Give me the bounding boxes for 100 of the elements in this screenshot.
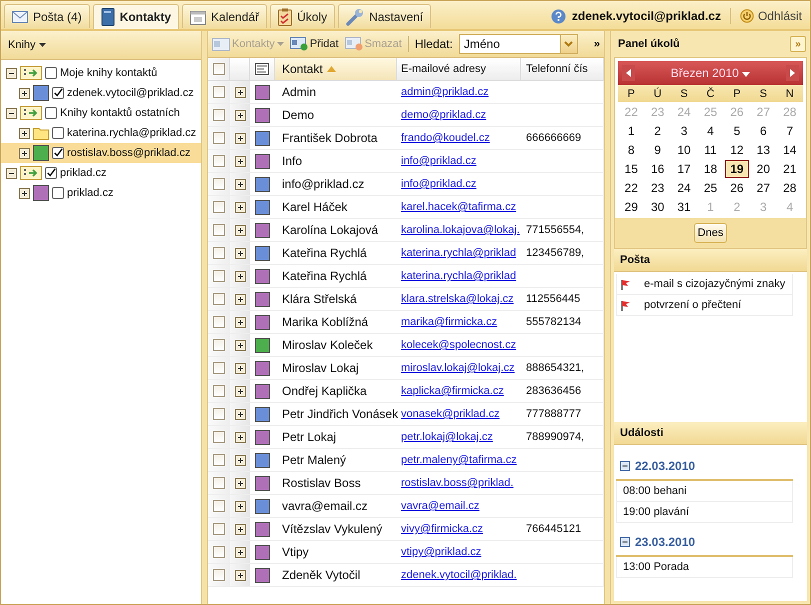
event-item[interactable]: 19:00 plavání: [616, 502, 793, 523]
expand-icon[interactable]: [234, 132, 246, 144]
email-link[interactable]: miroslav.lokaj@lokaj.cz: [401, 362, 515, 374]
email-link[interactable]: petr.lokaj@lokaj.cz: [401, 431, 493, 443]
columns-icon[interactable]: [255, 63, 269, 75]
email-link[interactable]: karolina.lokajova@lokaj.: [401, 224, 520, 236]
tree-item[interactable]: katerina.rychla@priklad.cz: [1, 123, 201, 143]
calendar-day[interactable]: 21: [778, 160, 802, 178]
expand-icon[interactable]: [19, 148, 30, 158]
expand-icon[interactable]: [234, 248, 246, 258]
row-checkbox[interactable]: [213, 270, 225, 282]
email-link[interactable]: rostislav.boss@priklad.: [401, 477, 514, 489]
calendar-day[interactable]: 26: [725, 178, 749, 196]
calendar-day[interactable]: 2: [649, 122, 666, 140]
tree-item[interactable]: priklad.cz: [1, 163, 201, 183]
row-checkbox[interactable]: [213, 431, 225, 443]
help-icon[interactable]: [550, 8, 566, 24]
email-link[interactable]: vivy@firmicka.cz: [401, 523, 484, 535]
expand-icon[interactable]: [234, 546, 246, 558]
row-checkbox[interactable]: [213, 569, 225, 581]
calendar-day[interactable]: 12: [725, 140, 749, 158]
mail-item[interactable]: e-mail s cizojazyčnými znaky: [616, 274, 793, 295]
expand-icon[interactable]: [234, 362, 246, 374]
row-checkbox[interactable]: [213, 155, 225, 167]
calendar-day[interactable]: 7: [781, 122, 798, 140]
expand-icon[interactable]: [19, 88, 30, 98]
tree-item[interactable]: Moje knihy kontaktů: [1, 63, 201, 83]
email-link[interactable]: info@priklad.cz: [401, 178, 476, 190]
calendar-day[interactable]: 30: [646, 198, 670, 216]
expand-icon[interactable]: [234, 524, 246, 534]
row-checkbox[interactable]: [213, 454, 225, 466]
expand-icon[interactable]: [234, 386, 246, 396]
row-checkbox[interactable]: [213, 247, 225, 259]
checkbox[interactable]: [52, 127, 64, 139]
email-link[interactable]: petr.maleny@tafirma.cz: [401, 454, 517, 466]
row-checkbox[interactable]: [213, 132, 225, 144]
tree-item[interactable]: zdenek.vytocil@priklad.cz: [1, 83, 201, 103]
calendar-day[interactable]: 23: [646, 178, 670, 196]
expand-icon[interactable]: [234, 224, 246, 236]
email-link[interactable]: karel.hacek@tafirma.cz: [401, 201, 516, 213]
more-button[interactable]: »: [594, 38, 600, 50]
row-checkbox[interactable]: [213, 500, 225, 512]
event-item[interactable]: 08:00 behani: [616, 481, 793, 502]
column-header[interactable]: Kontakt: [275, 58, 397, 80]
column-header[interactable]: E-mailové adresy: [397, 58, 521, 80]
expand-icon[interactable]: [234, 156, 246, 166]
search-field[interactable]: Jméno: [458, 34, 578, 54]
calendar-day[interactable]: 8: [622, 140, 640, 158]
checkbox[interactable]: [52, 87, 64, 99]
event-item[interactable]: 13:00 Porada: [616, 557, 793, 578]
calendar-day[interactable]: 14: [778, 140, 802, 158]
tree-item[interactable]: priklad.cz: [1, 183, 201, 203]
calendar-day[interactable]: 17: [672, 160, 696, 178]
collapse-icon[interactable]: [620, 537, 630, 547]
row-checkbox[interactable]: [213, 316, 225, 328]
calendar-day[interactable]: 5: [728, 122, 746, 140]
expand-icon[interactable]: [234, 86, 246, 98]
expand-icon[interactable]: [234, 570, 246, 580]
mail-item[interactable]: potvrzení o přečtení: [616, 295, 793, 316]
email-link[interactable]: demo@priklad.cz: [401, 109, 486, 121]
email-link[interactable]: vonasek@priklad.cz: [401, 408, 500, 420]
expand-icon[interactable]: [19, 128, 30, 138]
calendar-day[interactable]: 15: [620, 160, 643, 178]
tab[interactable]: Kontakty: [92, 4, 180, 29]
email-link[interactable]: info@priklad.cz: [401, 155, 476, 167]
previous-month-button[interactable]: [622, 65, 635, 81]
row-checkbox[interactable]: [213, 339, 225, 351]
checkbox[interactable]: [52, 147, 64, 159]
expand-icon[interactable]: [234, 294, 246, 304]
calendar-day[interactable]: 25: [698, 178, 722, 196]
email-link[interactable]: admin@priklad.cz: [401, 86, 489, 98]
email-link[interactable]: klara.strelska@lokaj.cz: [401, 293, 514, 305]
collapse-icon[interactable]: [6, 108, 17, 118]
email-link[interactable]: vtipy@priklad.cz: [401, 546, 482, 558]
row-checkbox[interactable]: [213, 86, 225, 98]
email-link[interactable]: marika@firmicka.cz: [401, 316, 498, 328]
expand-icon[interactable]: [234, 340, 246, 350]
row-checkbox[interactable]: [213, 178, 225, 190]
calendar-day[interactable]: 29: [620, 198, 643, 216]
email-link[interactable]: katerina.rychla@priklad: [401, 270, 516, 282]
select-all-checkbox[interactable]: [212, 63, 224, 75]
collapse-icon[interactable]: [620, 461, 630, 471]
calendar-day[interactable]: 20: [752, 160, 776, 178]
email-link[interactable]: kaplicka@firmicka.cz: [401, 385, 504, 397]
next-month-button[interactable]: [786, 65, 799, 81]
expand-icon[interactable]: [234, 178, 246, 190]
tree-item[interactable]: rostislav.boss@priklad.cz: [1, 143, 201, 163]
books-menu[interactable]: Knihy: [1, 31, 201, 60]
row-checkbox[interactable]: [213, 523, 225, 535]
calendar-day[interactable]: 13: [752, 140, 776, 158]
checkbox[interactable]: [45, 67, 57, 79]
tree-item[interactable]: Knihy kontaktů ostatních: [1, 103, 201, 123]
calendar-day[interactable]: 16: [646, 160, 670, 178]
email-link[interactable]: kolecek@spolecnost.cz: [401, 339, 516, 351]
calendar-day[interactable]: 10: [672, 140, 696, 158]
email-link[interactable]: zdenek.vytocil@priklad.: [401, 569, 517, 581]
row-checkbox[interactable]: [213, 109, 225, 121]
calendar-day[interactable]: 27: [752, 178, 776, 196]
calendar-day[interactable]: 22: [620, 178, 643, 196]
calendar-day[interactable]: 1: [622, 122, 640, 140]
